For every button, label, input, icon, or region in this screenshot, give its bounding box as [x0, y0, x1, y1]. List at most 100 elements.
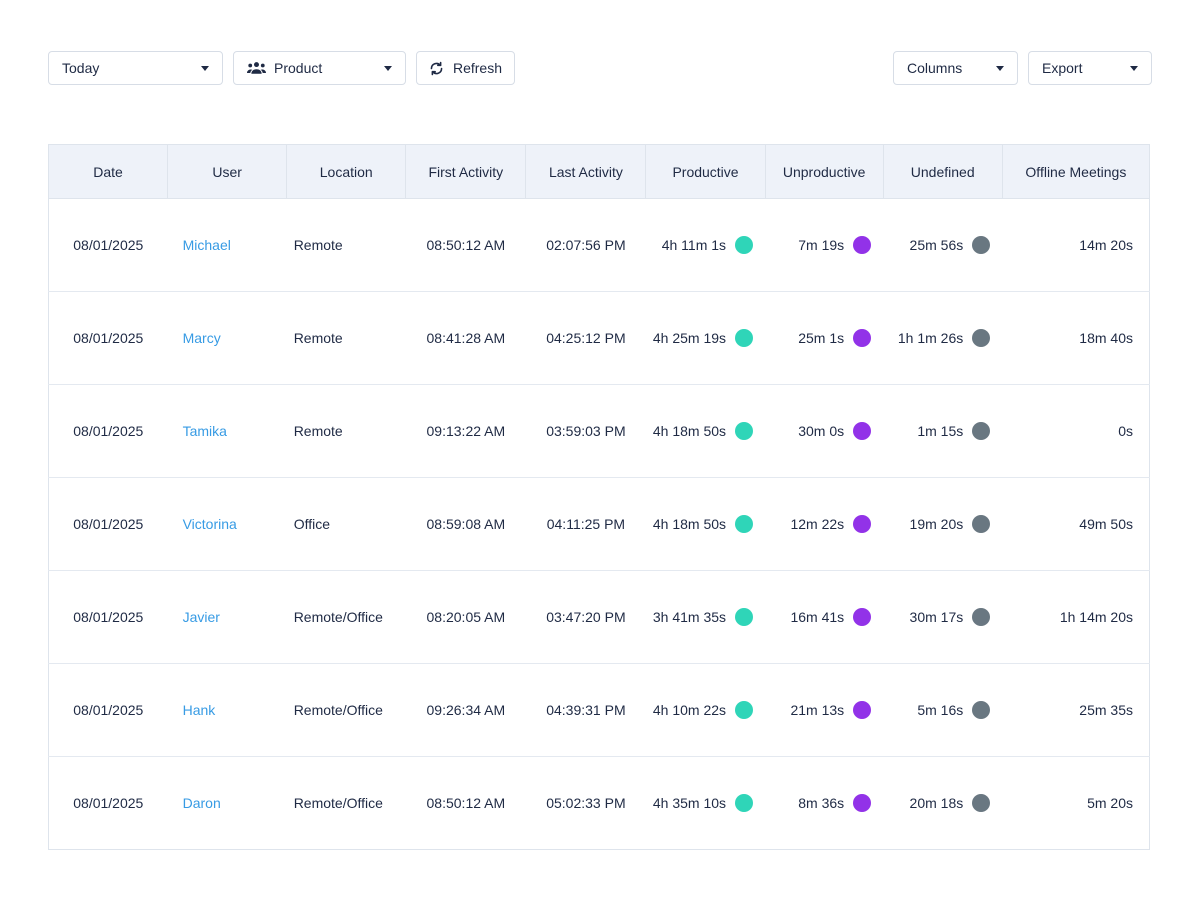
refresh-icon [429, 61, 444, 76]
cell-unproductive: 12m 22s [765, 478, 883, 571]
toolbar: Today Product [48, 51, 1152, 85]
column-header-unproductive: Unproductive [765, 145, 883, 199]
cell-location: Remote [287, 199, 406, 292]
export-dropdown[interactable]: Export [1028, 51, 1152, 85]
productive-dot [735, 422, 753, 440]
column-header-date: Date [49, 145, 168, 199]
user-link[interactable]: Javier [183, 609, 220, 625]
cell-unproductive: 30m 0s [765, 385, 883, 478]
cell-offline-meetings: 0s [1002, 385, 1149, 478]
activity-table: Date User Location First Activity Last A… [48, 144, 1150, 850]
column-header-productive: Productive [646, 145, 765, 199]
cell-date: 08/01/2025 [49, 571, 168, 664]
cell-unproductive: 25m 1s [765, 292, 883, 385]
date-range-value: Today [62, 60, 99, 76]
table-row: 08/01/2025 Michael Remote 08:50:12 AM 02… [49, 199, 1150, 292]
undefined-dot [972, 236, 990, 254]
export-label: Export [1042, 60, 1082, 76]
cell-unproductive: 21m 13s [765, 664, 883, 757]
chevron-down-icon [384, 66, 392, 71]
undefined-dot [972, 701, 990, 719]
cell-first-activity: 08:50:12 AM [406, 757, 526, 850]
cell-location: Remote/Office [287, 571, 406, 664]
refresh-label: Refresh [453, 60, 502, 76]
cell-user: Michael [168, 199, 287, 292]
unproductive-dot [853, 701, 871, 719]
unproductive-dot [853, 794, 871, 812]
cell-first-activity: 09:26:34 AM [406, 664, 526, 757]
cell-productive: 4h 18m 50s [646, 385, 765, 478]
cell-location: Office [287, 478, 406, 571]
cell-unproductive: 16m 41s [765, 571, 883, 664]
user-link[interactable]: Tamika [183, 423, 227, 439]
undefined-dot [972, 422, 990, 440]
cell-productive: 4h 10m 22s [646, 664, 765, 757]
table-row: 08/01/2025 Victorina Office 08:59:08 AM … [49, 478, 1150, 571]
cell-productive: 4h 25m 19s [646, 292, 765, 385]
table-row: 08/01/2025 Tamika Remote 09:13:22 AM 03:… [49, 385, 1150, 478]
productive-dot [735, 794, 753, 812]
cell-last-activity: 05:02:33 PM [526, 757, 646, 850]
cell-location: Remote [287, 385, 406, 478]
cell-unproductive: 8m 36s [765, 757, 883, 850]
cell-offline-meetings: 14m 20s [1002, 199, 1149, 292]
cell-last-activity: 02:07:56 PM [526, 199, 646, 292]
cell-user: Javier [168, 571, 287, 664]
unproductive-dot [853, 236, 871, 254]
cell-last-activity: 04:11:25 PM [526, 478, 646, 571]
user-link[interactable]: Daron [183, 795, 221, 811]
cell-undefined: 1h 1m 26s [883, 292, 1002, 385]
user-link[interactable]: Marcy [183, 330, 221, 346]
cell-date: 08/01/2025 [49, 292, 168, 385]
column-header-undefined: Undefined [883, 145, 1002, 199]
cell-undefined: 25m 56s [883, 199, 1002, 292]
cell-undefined: 19m 20s [883, 478, 1002, 571]
cell-unproductive: 7m 19s [765, 199, 883, 292]
activity-table-container: Date User Location First Activity Last A… [48, 144, 1152, 850]
cell-date: 08/01/2025 [49, 478, 168, 571]
cell-undefined: 30m 17s [883, 571, 1002, 664]
cell-location: Remote [287, 292, 406, 385]
cell-offline-meetings: 49m 50s [1002, 478, 1149, 571]
undefined-dot [972, 608, 990, 626]
unproductive-dot [853, 608, 871, 626]
undefined-dot [972, 794, 990, 812]
refresh-button[interactable]: Refresh [416, 51, 515, 85]
cell-productive: 4h 18m 50s [646, 478, 765, 571]
table-row: 08/01/2025 Marcy Remote 08:41:28 AM 04:2… [49, 292, 1150, 385]
productive-dot [735, 701, 753, 719]
cell-first-activity: 08:20:05 AM [406, 571, 526, 664]
column-header-offline-meetings: Offline Meetings [1002, 145, 1149, 199]
cell-offline-meetings: 25m 35s [1002, 664, 1149, 757]
cell-undefined: 5m 16s [883, 664, 1002, 757]
cell-user: Daron [168, 757, 287, 850]
user-link[interactable]: Hank [183, 702, 216, 718]
productive-dot [735, 608, 753, 626]
cell-date: 08/01/2025 [49, 757, 168, 850]
user-link[interactable]: Victorina [183, 516, 237, 532]
cell-first-activity: 08:50:12 AM [406, 199, 526, 292]
cell-undefined: 1m 15s [883, 385, 1002, 478]
cell-date: 08/01/2025 [49, 199, 168, 292]
table-header: Date User Location First Activity Last A… [49, 145, 1150, 199]
column-header-user: User [168, 145, 287, 199]
undefined-dot [972, 329, 990, 347]
cell-location: Remote/Office [287, 757, 406, 850]
column-header-last-activity: Last Activity [526, 145, 646, 199]
cell-date: 08/01/2025 [49, 385, 168, 478]
unproductive-dot [853, 329, 871, 347]
undefined-dot [972, 515, 990, 533]
user-link[interactable]: Michael [183, 237, 231, 253]
table-row: 08/01/2025 Javier Remote/Office 08:20:05… [49, 571, 1150, 664]
productive-dot [735, 515, 753, 533]
cell-location: Remote/Office [287, 664, 406, 757]
page: Today Product [0, 0, 1200, 850]
columns-dropdown[interactable]: Columns [893, 51, 1018, 85]
cell-date: 08/01/2025 [49, 664, 168, 757]
cell-user: Tamika [168, 385, 287, 478]
unproductive-dot [853, 422, 871, 440]
chevron-down-icon [1130, 66, 1138, 71]
cell-offline-meetings: 18m 40s [1002, 292, 1149, 385]
date-range-dropdown[interactable]: Today [48, 51, 223, 85]
group-by-dropdown[interactable]: Product [233, 51, 406, 85]
